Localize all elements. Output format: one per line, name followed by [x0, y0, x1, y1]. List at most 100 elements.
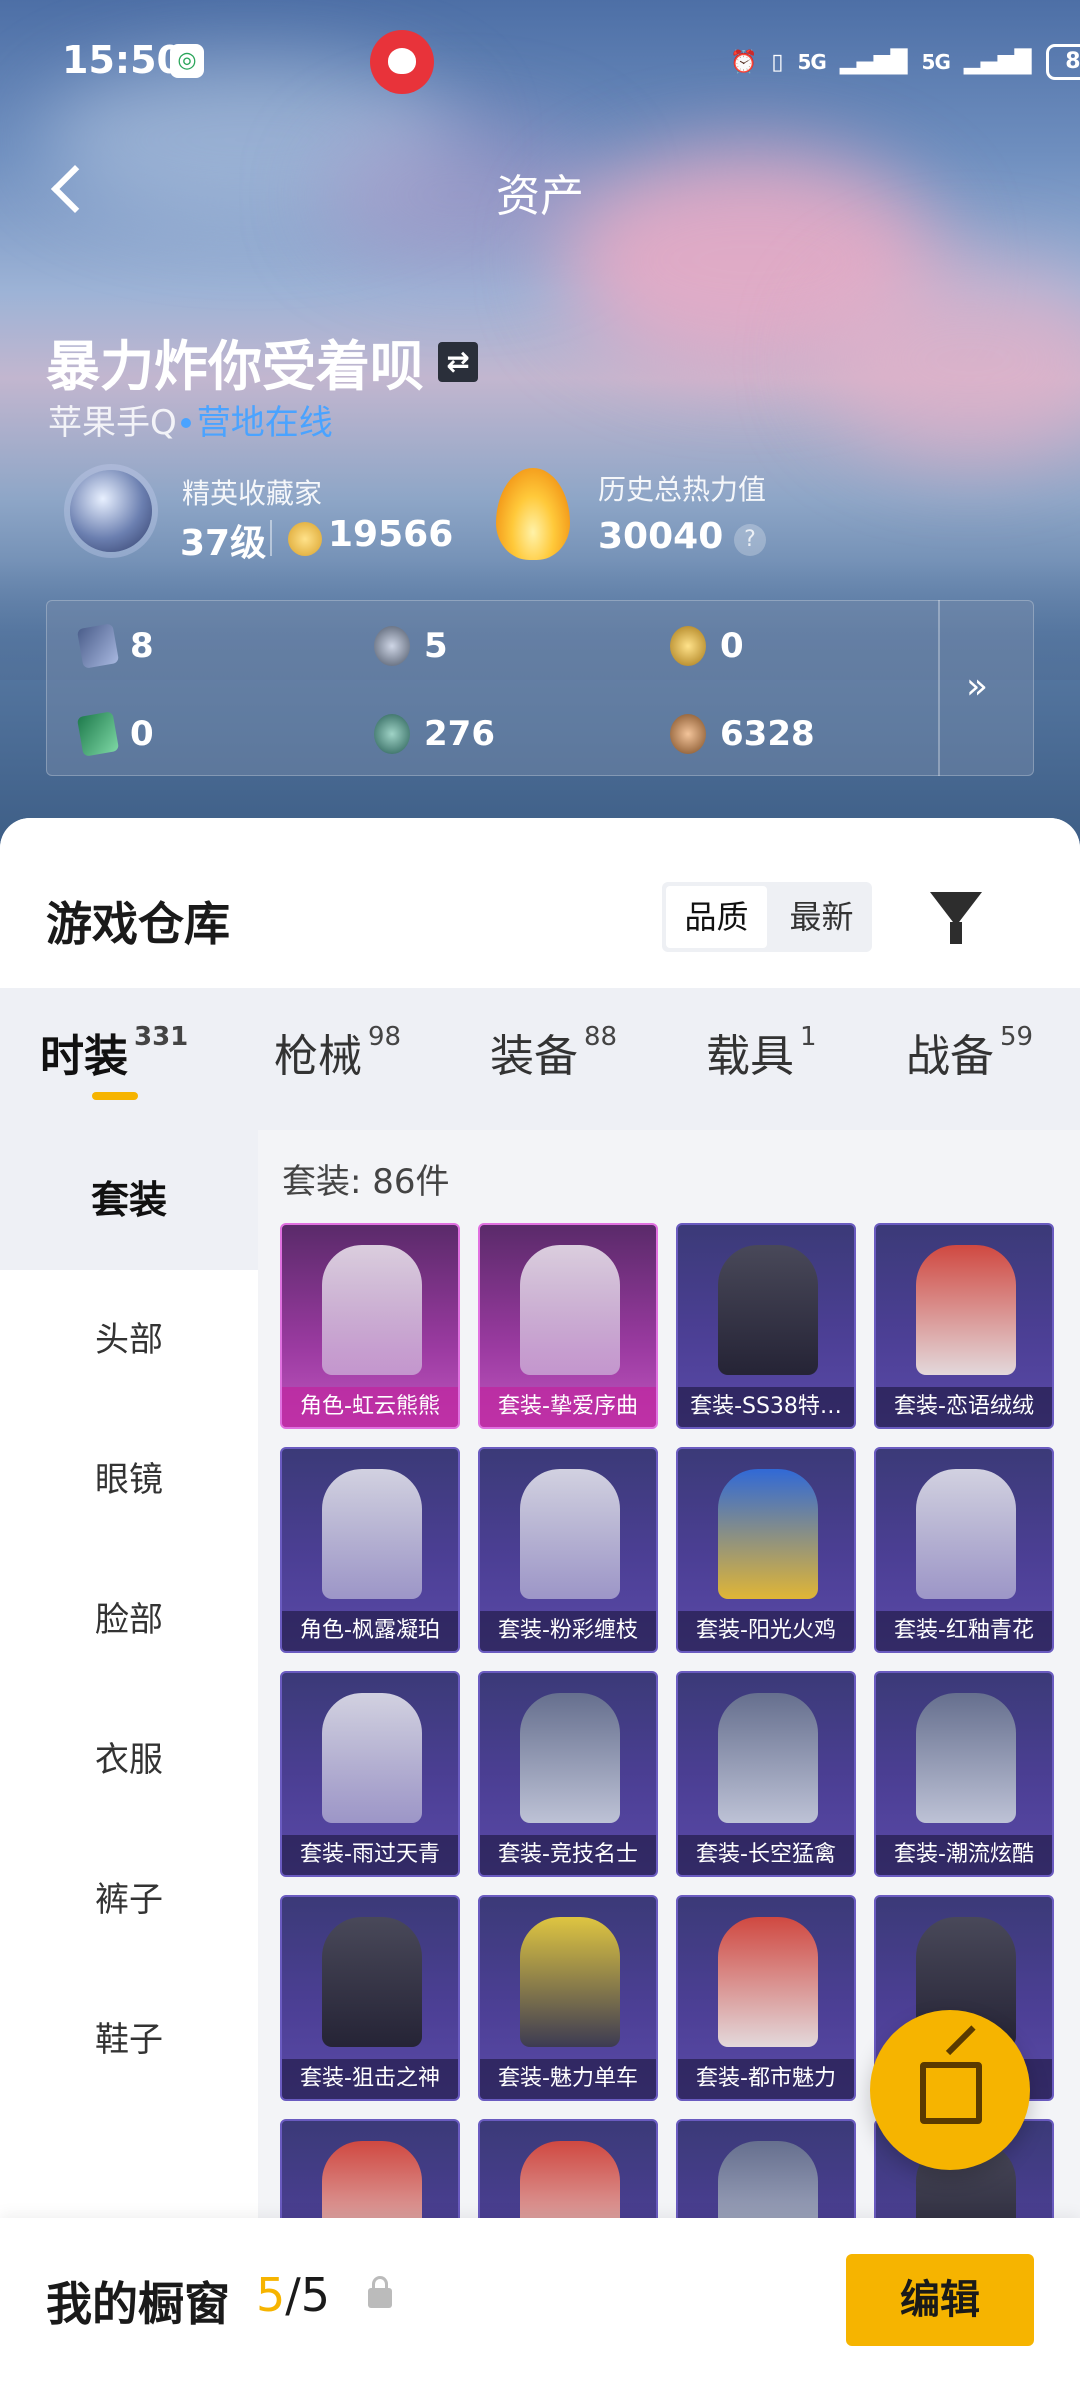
level-value: 37级	[180, 523, 267, 564]
item-card[interactable]: 套装-SS38特…	[676, 1223, 856, 1429]
tab-count: 88	[584, 1022, 618, 1052]
warehouse-header: 游戏仓库 品质 最新	[0, 818, 1080, 988]
item-card[interactable]: 套装-竞技名士	[478, 1671, 658, 1877]
sort-latest-button[interactable]: 最新	[771, 882, 872, 952]
teal-coin-icon	[374, 714, 410, 754]
asset-value: 5	[424, 626, 448, 666]
item-count: 套装: 86件	[282, 1162, 450, 1202]
showcase-title: 我的橱窗	[46, 2277, 230, 2331]
side-item-clothes[interactable]: 衣服	[0, 1690, 258, 1830]
share-export-button[interactable]	[870, 2010, 1030, 2170]
asset-value: 0	[130, 714, 154, 754]
asset-value: 0	[720, 626, 744, 666]
tab-count: 331	[134, 1022, 189, 1052]
panel-divider	[938, 600, 940, 776]
fire-icon	[496, 468, 570, 560]
asset-value: 276	[424, 714, 495, 754]
sort-quality-button[interactable]: 品质	[666, 886, 767, 948]
tab-supplies[interactable]: 战备 59	[906, 1020, 1033, 1084]
item-caption: 套装-阳光火鸡	[678, 1611, 854, 1651]
item-image	[718, 1917, 818, 2047]
item-image	[718, 1469, 818, 1599]
assets-panel	[46, 600, 1034, 776]
card-blue-icon	[76, 623, 120, 669]
warehouse-title: 游戏仓库	[46, 897, 230, 951]
item-image	[520, 1469, 620, 1599]
asset-item: 0	[76, 708, 154, 760]
side-item-pants[interactable]: 裤子	[0, 1830, 258, 1970]
item-caption: 套装-红釉青花	[876, 1611, 1052, 1651]
tab-label: 装备	[490, 1031, 578, 1082]
asset-value: 6328	[720, 714, 815, 754]
side-item-face[interactable]: 脸部	[0, 1550, 258, 1690]
item-card[interactable]: 套装-潮流炫酷	[874, 1671, 1054, 1877]
edit-button[interactable]: 编辑	[846, 2254, 1034, 2346]
item-image	[718, 1245, 818, 1375]
page-title: 资产	[496, 171, 584, 222]
tab-equipment[interactable]: 装备 88	[490, 1020, 617, 1084]
item-card[interactable]: 套装-魅力单车	[478, 1895, 658, 2101]
item-image	[322, 1245, 422, 1375]
asset-item: 5	[374, 620, 448, 672]
item-caption: 套装-魅力单车	[480, 2059, 656, 2099]
points-coin-icon	[288, 522, 322, 556]
asset-item: 0	[670, 620, 744, 672]
item-card[interactable]: 套装-狙击之神	[280, 1895, 460, 2101]
status-bar: 15:50 ◎ ⏰ ▯ 5G ▂▄▆█ 5G ▂▄▆█ 87	[0, 0, 1080, 125]
tab-active-indicator	[92, 1092, 138, 1100]
item-card[interactable]: 套装-雨过天青	[280, 1671, 460, 1877]
gold-coin-icon	[670, 626, 706, 666]
item-image	[916, 1245, 1016, 1375]
item-card[interactable]: 套装-红釉青花	[874, 1447, 1054, 1653]
vibrate-icon: ▯	[771, 49, 784, 75]
switch-account-icon[interactable]: ⇄	[438, 341, 478, 382]
item-caption: 角色-枫露凝珀	[282, 1611, 458, 1651]
showcase-count: 5/5	[256, 2268, 330, 2322]
side-item-glasses[interactable]: 眼镜	[0, 1410, 258, 1550]
tab-fashion[interactable]: 时装 331	[40, 1020, 188, 1084]
showcase-current: 5	[256, 2268, 286, 2322]
item-card[interactable]: 角色-虹云熊熊	[280, 1223, 460, 1429]
item-caption: 套装-狙击之神	[282, 2059, 458, 2099]
tab-guns[interactable]: 枪械 98	[274, 1020, 401, 1084]
help-icon[interactable]: ?	[734, 524, 766, 556]
tab-label: 战备	[906, 1031, 994, 1082]
battery-icon: 87	[1045, 44, 1080, 80]
item-image	[520, 1917, 620, 2047]
side-item-sets[interactable]: 套装	[0, 1130, 258, 1270]
item-caption: 套装-恋语绒绒	[876, 1387, 1052, 1427]
filter-icon[interactable]	[928, 888, 988, 946]
item-card[interactable]: 套装-恋语绒绒	[874, 1223, 1054, 1429]
side-item-shoes[interactable]: 鞋子	[0, 1970, 258, 2110]
signal-icon: 5G	[797, 50, 827, 74]
double-chevron-right-icon[interactable]: »	[966, 666, 1016, 710]
item-image	[916, 1693, 1016, 1823]
item-caption: 套装-SS38特…	[678, 1387, 854, 1427]
item-card[interactable]: 套装-挚爱序曲	[478, 1223, 658, 1429]
item-caption: 套装-都市魅力	[678, 2059, 854, 2099]
heat-value: 30040	[598, 516, 724, 557]
side-item-head[interactable]: 头部	[0, 1270, 258, 1410]
item-image	[322, 1469, 422, 1599]
showcase-bar: 我的橱窗 5/5 编辑	[0, 2218, 1080, 2382]
tab-count: 59	[1000, 1022, 1034, 1052]
tab-label: 载具	[706, 1031, 794, 1082]
asset-item: 6328	[670, 708, 815, 760]
item-image	[322, 1917, 422, 2047]
tab-count: 98	[368, 1022, 402, 1052]
profile-hero: 15:50 ◎ ⏰ ▯ 5G ▂▄▆█ 5G ▂▄▆█ 87 资产 暴力炸你受着…	[0, 0, 1080, 860]
item-image	[520, 1245, 620, 1375]
item-card[interactable]: 角色-枫露凝珀	[280, 1447, 460, 1653]
item-caption: 套装-雨过天青	[282, 1835, 458, 1875]
item-card[interactable]: 套装-长空猛禽	[676, 1671, 856, 1877]
item-card[interactable]: 套装-阳光火鸡	[676, 1447, 856, 1653]
lock-icon	[368, 2276, 392, 2308]
signal-icon: 5G	[921, 50, 951, 74]
item-card[interactable]: 套装-都市魅力	[676, 1895, 856, 2101]
item-caption: 套装-长空猛禽	[678, 1835, 854, 1875]
signal-bars-icon: ▂▄▆█	[963, 49, 1032, 75]
item-card[interactable]: 套装-粉彩缠枝	[478, 1447, 658, 1653]
side-category-list: 套装 头部 眼镜 脸部 衣服 裤子 鞋子	[0, 1130, 258, 2382]
tab-vehicles[interactable]: 载具 1	[706, 1020, 817, 1084]
status-time: 15:50	[62, 38, 183, 82]
